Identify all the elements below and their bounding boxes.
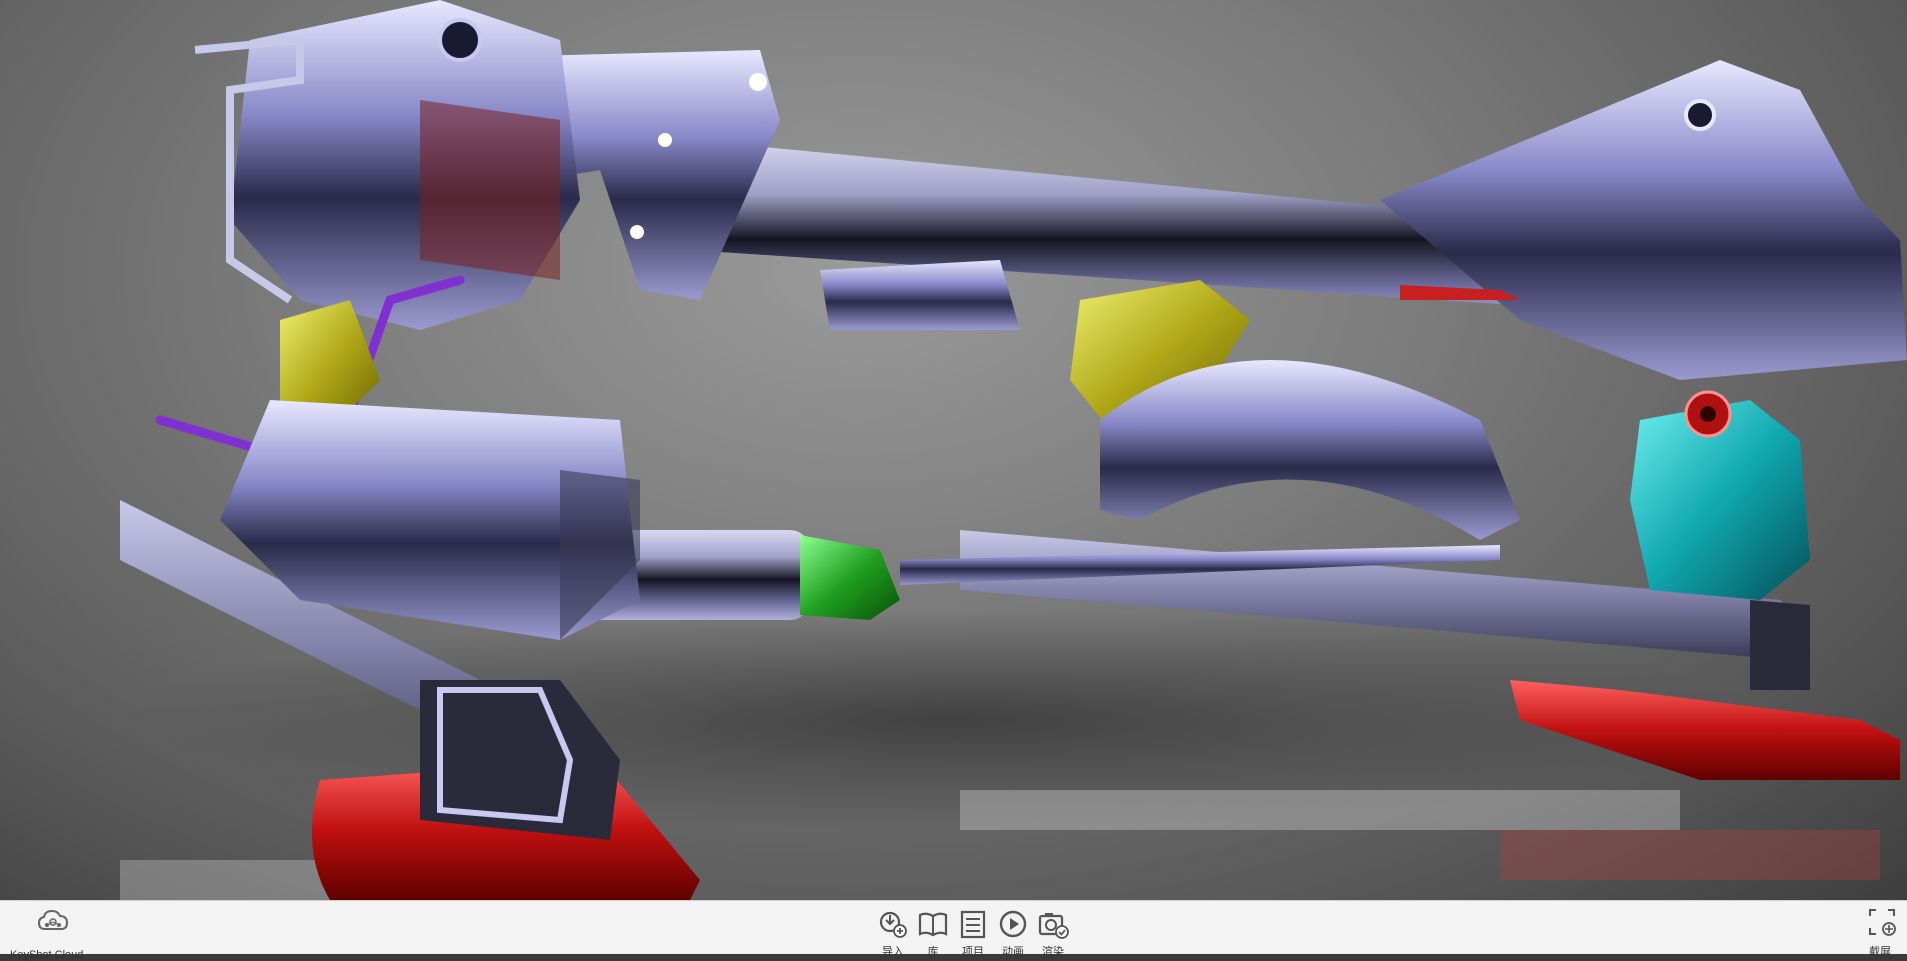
animation-icon xyxy=(999,910,1027,938)
right-arch-support xyxy=(1100,360,1520,540)
project-icon xyxy=(960,910,986,939)
bracket-hole xyxy=(749,73,767,91)
import-button[interactable]: 导入 xyxy=(876,907,910,958)
right-upper-bracket xyxy=(1380,60,1907,380)
library-button[interactable]: 库 xyxy=(916,907,950,958)
motor-gear-green xyxy=(800,535,900,620)
right-pivot xyxy=(1684,99,1716,131)
import-label: 导入 xyxy=(882,946,904,958)
import-icon xyxy=(879,911,907,938)
project-label: 项目 xyxy=(962,946,984,958)
cloud-label: KeyShot Cloud xyxy=(10,949,84,961)
bottom-toolbar: KeyShot Cloud 导入 库 项目 动画 渲染 截屏 xyxy=(0,900,1907,961)
render-button[interactable]: 渲染 xyxy=(1036,907,1070,958)
pivot-bolt xyxy=(438,18,482,62)
render-viewport[interactable] xyxy=(0,0,1907,900)
main-tools: 导入 库 项目 动画 渲染 xyxy=(876,907,1070,958)
screenshot-label: 截屏 xyxy=(1869,946,1891,958)
seat-frame-model[interactable] xyxy=(0,0,1907,900)
project-button[interactable]: 项目 xyxy=(956,907,990,958)
cloud-icon xyxy=(37,909,69,930)
library-label: 库 xyxy=(927,946,939,958)
render-icon xyxy=(1038,913,1069,939)
left-mechanism-red-inner xyxy=(420,100,560,280)
animation-button[interactable]: 动画 xyxy=(996,907,1030,958)
animation-label: 动画 xyxy=(1002,946,1024,958)
render-label: 渲染 xyxy=(1042,946,1064,958)
screenshot-icon xyxy=(1869,909,1896,936)
library-icon xyxy=(918,912,948,937)
keyshot-cloud-button[interactable]: KeyShot Cloud xyxy=(8,907,98,961)
mid-bracket xyxy=(820,260,1020,330)
screenshot-button[interactable]: 截屏 xyxy=(1859,907,1899,958)
